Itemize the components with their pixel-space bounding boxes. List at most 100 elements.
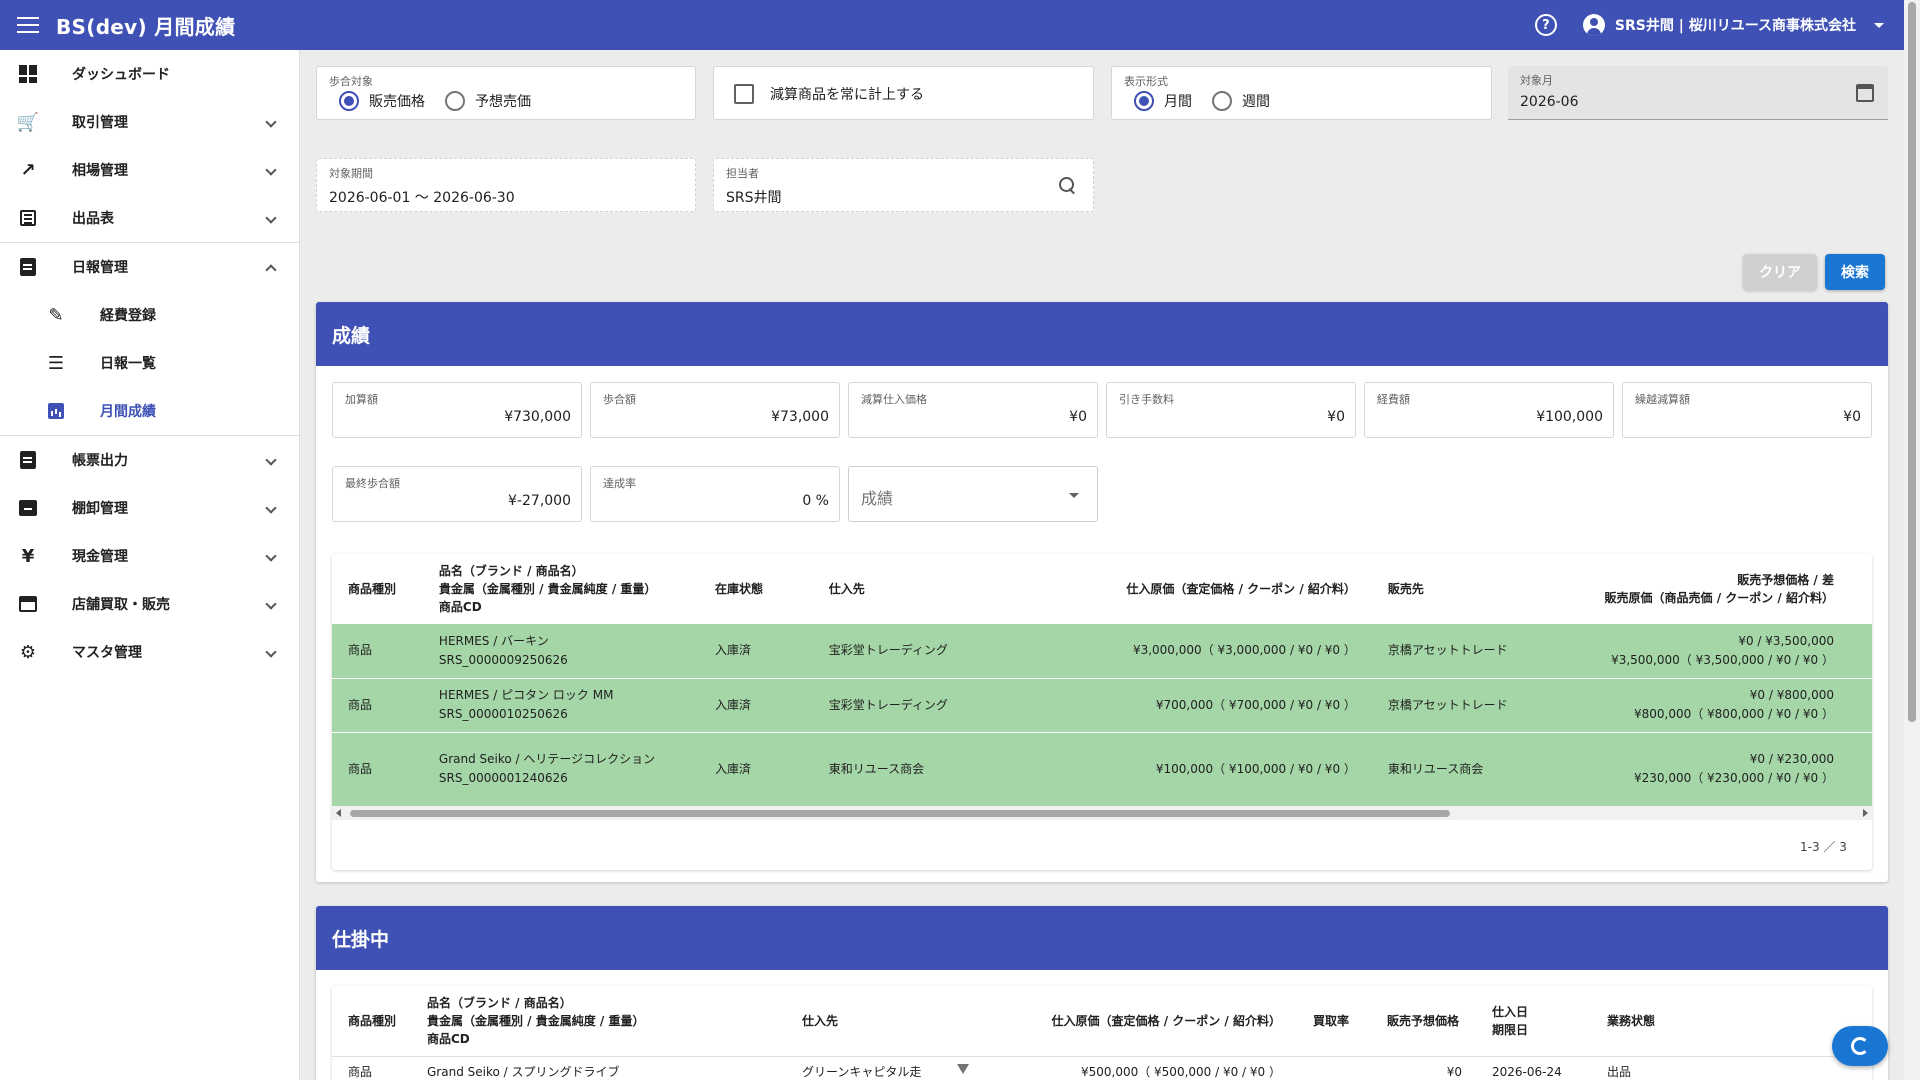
user-name: SRS井間 | 桜川リユース商事株式会社 [1614, 18, 1856, 34]
metric-label: 最終歩合額 [345, 477, 400, 490]
page-scroll-thumb[interactable] [1908, 2, 1916, 722]
cell-name-line: HERMES / バーキン [438, 633, 549, 648]
sidebar-item-listing[interactable]: 出品表 [0, 194, 299, 242]
col-type: 商品種別 [348, 1013, 397, 1028]
col-name-line: 貴金属（金属種別 / 貴金属純度 / 重量） [427, 1013, 645, 1028]
chevron-down-icon [265, 598, 277, 610]
sidebar-item-label: 相場管理 [72, 163, 128, 179]
cell-date: 2026-06-24 [1492, 1064, 1562, 1079]
col-cost: 仕入原価（査定価格 / クーポン / 紹介料） [1126, 582, 1356, 596]
sidebar-subitem-monthly[interactable]: 月間成績 [0, 387, 299, 435]
target-month-label: 対象月 [1520, 74, 1553, 87]
col-sale-line: 販売予想価格 / 差 [1737, 573, 1834, 587]
radio-weekly[interactable]: 週間 [1212, 91, 1270, 111]
search-button[interactable]: 検索 [1825, 254, 1885, 290]
result-type-select[interactable]: 成績 [848, 466, 1098, 522]
cell-cost: ¥700,000（ ¥700,000 / ¥0 / ¥0 ） [1025, 678, 1372, 732]
menu-button[interactable] [0, 0, 56, 50]
cell-sale: ¥0 / ¥3,500,000 ¥3,500,000（ ¥3,500,000 / … [1599, 624, 1872, 678]
sidebar-subitem-expense[interactable]: ✎ 経費登録 [0, 291, 299, 339]
checkbox-label: 減算商品を常に計上する [770, 87, 924, 103]
col-expected: 販売予想価格 [1387, 1013, 1460, 1028]
chevron-down-icon [265, 550, 277, 562]
deduct-checkbox-field[interactable]: 減算商品を常に計上する [713, 66, 1094, 120]
col-sale: 販売予想価格 / 差 販売原価（商品売価 / クーポン / 紹介料） [1599, 554, 1872, 624]
clear-button[interactable]: クリア [1743, 254, 1817, 290]
col-name: 品名（ブランド / 商品名） 貴金属（金属種別 / 貴金属純度 / 重量） 商品… [427, 986, 802, 1056]
calendar-icon[interactable] [1856, 84, 1874, 102]
assignee-field[interactable]: 担当者 SRS井間 [713, 158, 1094, 212]
user-menu-button[interactable]: SRS井間 | 桜川リユース商事株式会社 [1582, 14, 1884, 36]
sidebar-item-master[interactable]: ⚙ マスタ管理 [0, 628, 299, 676]
sidebar-subitem-report-list[interactable]: ☰ 日報一覧 [0, 339, 299, 387]
sidebar-item-forms[interactable]: 帳票出力 [0, 436, 299, 484]
col-supplier: 仕入先 [802, 1013, 839, 1028]
scroll-left-icon[interactable] [336, 809, 341, 817]
trending-icon: ↗ [20, 159, 36, 181]
cell-stock: 入庫済 [707, 678, 821, 732]
table-row[interactable]: 商品 HERMES / ピコタン ロック MM SRS_0000010250626… [332, 678, 1872, 732]
chevron-down-icon [265, 212, 277, 224]
cell-sale-line: ¥800,000（ ¥800,000 / ¥0 / ¥0 ） [1633, 707, 1834, 721]
radio-label: 月間 [1164, 94, 1192, 110]
in-progress-title: 仕掛中 [316, 906, 1888, 970]
radio-monthly[interactable]: 月間 [1134, 91, 1192, 111]
results-card: 成績 加算額 ¥730,000 歩合額 ¥73,000 減算仕入価格 ¥0 引き手数料… [316, 302, 1888, 882]
bar-chart-icon [46, 401, 66, 421]
cell-sale: ¥0 / ¥800,000 ¥800,000（ ¥800,000 / ¥0 / ¥… [1599, 678, 1872, 732]
sidebar-item-label: マスタ管理 [72, 645, 142, 661]
sidebar-item-transactions[interactable]: 🛒 取引管理 [0, 98, 299, 146]
checkbox-icon[interactable] [734, 84, 754, 104]
cell-buyer: 東和リユース商会 [1371, 732, 1600, 806]
caret-down-icon [1069, 493, 1079, 498]
chevron-down-icon [265, 502, 277, 514]
search-icon[interactable] [1059, 177, 1077, 195]
sidebar-item-daily-report[interactable]: 日報管理 [0, 243, 299, 291]
metric-label: 加算額 [345, 393, 378, 406]
cell-name: HERMES / ピコタン ロック MM SRS_0000010250626 [422, 678, 708, 732]
rate-target-label: 歩合対象 [329, 75, 373, 88]
col-rate: 買取率 [1313, 1013, 1350, 1028]
table-row[interactable]: 商品 Grand Seiko / スプリングドライブ グリーンキャピタル走 ¥5… [332, 1056, 1872, 1080]
cell-code: SRS_0000009250626 [438, 652, 568, 667]
sidebar-item-market[interactable]: ↗ 相場管理 [0, 146, 299, 194]
cart-icon: 🛒 [16, 111, 40, 133]
metric-value: 0 % [802, 493, 829, 509]
chevron-down-icon [265, 164, 277, 176]
radio-expected-price[interactable]: 予想売価 [445, 91, 531, 111]
col-name-line: 貴金属（金属種別 / 貴金属純度 / 重量） [438, 582, 657, 596]
sidebar-item-dashboard[interactable]: ダッシュボード [0, 50, 299, 98]
metric-value: ¥0 [1327, 409, 1345, 425]
period-field: 対象期間 2026-06-01 ～ 2026-06-30 [316, 158, 696, 212]
period-label: 対象期間 [329, 167, 373, 180]
metric-value: ¥73,000 [771, 409, 829, 425]
sidebar-item-cash[interactable]: ¥ 現金管理 [0, 532, 299, 580]
chevron-down-icon [265, 454, 277, 466]
select-value: 成績 [861, 489, 894, 508]
target-month-field[interactable]: 対象月 2026-06 [1508, 66, 1888, 120]
table-row[interactable]: 商品 Grand Seiko / ヘリテージコレクション SRS_00000012… [332, 732, 1872, 806]
scroll-right-icon[interactable] [1863, 809, 1868, 817]
page-title: BS(dev) 月間成績 [56, 14, 236, 39]
page-scrollbar[interactable] [1904, 0, 1920, 1080]
sidebar-item-store[interactable]: 店舗買取・販売 [0, 580, 299, 628]
cell-status: 出品 [1607, 1064, 1632, 1079]
display-format-label: 表示形式 [1124, 75, 1168, 88]
cell-sale-line: ¥3,500,000（ ¥3,500,000 / ¥0 / ¥0 ） [1611, 652, 1834, 667]
metric-fee: 引き手数料 ¥0 [1106, 382, 1356, 438]
col-cost: 仕入原価（査定価格 / クーポン / 紹介料） [1051, 1013, 1281, 1028]
cell-type: 商品 [348, 1064, 373, 1079]
cell-supplier: 宝彩堂トレーディング [820, 678, 1026, 732]
radio-sale-price[interactable]: 販売価格 [339, 91, 425, 111]
refresh-button[interactable] [1832, 1026, 1888, 1066]
horizontal-scrollbar[interactable] [332, 806, 1872, 820]
rate-target-group: 歩合対象 販売価格 予想売価 [316, 66, 696, 120]
help-icon[interactable]: ? [1534, 14, 1557, 36]
account-icon [1582, 14, 1605, 36]
expand-marker-icon[interactable] [957, 1064, 969, 1074]
table-row[interactable]: 商品 HERMES / バーキン SRS_0000009250626 入庫済 宝彩… [332, 624, 1872, 678]
chevron-up-icon [265, 264, 277, 276]
sidebar-item-inventory[interactable]: 棚卸管理 [0, 484, 299, 532]
scroll-thumb[interactable] [350, 810, 1450, 817]
cell-sale-line: ¥0 / ¥3,500,000 [1738, 633, 1834, 648]
